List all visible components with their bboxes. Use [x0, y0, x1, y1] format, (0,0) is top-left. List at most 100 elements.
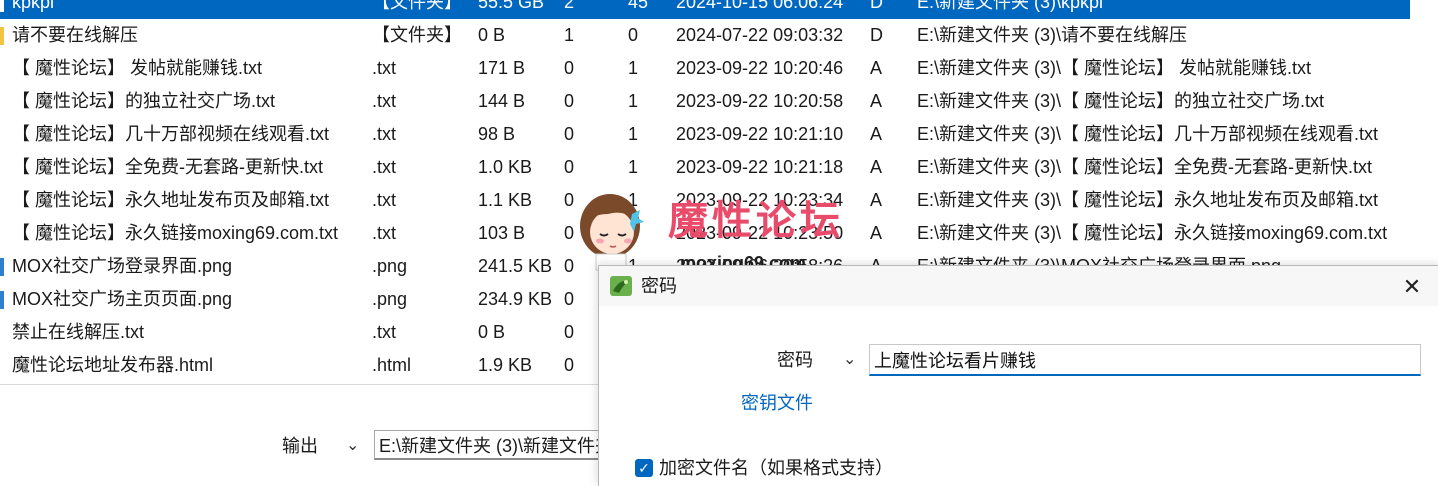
file-name: 【 魔性论坛】永久链接moxing69.com.txt [12, 223, 339, 243]
file-date: 2024-07-22 09:03:32 [676, 25, 844, 45]
output-path-field[interactable]: E:\新建文件夹 (3)\新建文件夹 [374, 430, 598, 460]
file-path: E:\新建文件夹 (3)\【 魔性论坛】 发帖就能赚钱.txt [917, 58, 1312, 78]
file-name: MOX社交广场主页页面.png [12, 289, 233, 309]
file-n1: 0 [564, 91, 575, 111]
file-size: 1.0 KB [478, 157, 533, 177]
file-n1: 2 [564, 0, 575, 12]
file-attr: A [870, 190, 883, 210]
file-attr: A [870, 58, 883, 78]
file-path: E:\新建文件夹 (3)\【 魔性论坛】永久地址发布页及邮箱.txt [917, 190, 1379, 210]
key-file-link[interactable]: 密钥文件 [741, 391, 813, 415]
password-dialog: 密码 ✕ 密码 ⌄ 密钥文件 ✓ 加密文件名（如果格式支持） [598, 265, 1438, 486]
file-type: .png [372, 289, 408, 309]
file-type: .png [372, 256, 408, 276]
file-row[interactable]: 请不要在线解压 【文件夹】 0 B 1 0 2024-07-22 09:03:32 D E:\… [0, 19, 1410, 52]
file-attr: A [870, 124, 883, 144]
file-name: 禁止在线解压.txt [12, 322, 145, 342]
encrypt-names-label: 加密文件名（如果格式支持） [659, 458, 893, 478]
file-row[interactable]: kpkpi 【文件夹】 55.5 GB 2 45 2024-10-15 06:06:24 D… [0, 0, 1410, 19]
file-path: E:\新建文件夹 (3)\【 魔性论坛】的独立社交广场.txt [917, 91, 1325, 111]
file-type: .txt [372, 157, 397, 177]
file-size: 103 B [478, 223, 526, 243]
file-size: 55.5 GB [478, 0, 545, 12]
file-n2: 1 [628, 91, 639, 111]
file-attr: A [870, 91, 883, 111]
list-divider [0, 384, 598, 385]
file-n1: 0 [564, 124, 575, 144]
close-button[interactable]: ✕ [1395, 272, 1429, 302]
file-size: 171 B [478, 58, 526, 78]
file-type: .txt [372, 322, 397, 342]
file-type: .txt [372, 58, 397, 78]
file-attr: D [870, 0, 883, 12]
password-input[interactable] [869, 344, 1421, 376]
file-path: E:\新建文件夹 (3)\kpkpi [917, 0, 1104, 12]
encrypt-names-checkbox[interactable]: ✓ [635, 459, 653, 477]
file-path: E:\新建文件夹 (3)\【 魔性论坛】永久链接moxing69.com.txt [917, 223, 1388, 243]
dialog-title-bar[interactable]: 密码 ✕ [599, 266, 1438, 306]
file-n1: 1 [564, 25, 575, 45]
check-icon: ✓ [638, 460, 650, 476]
file-attr: A [870, 157, 883, 177]
file-type: .txt [372, 223, 397, 243]
file-size: 1.1 KB [478, 190, 533, 210]
file-row[interactable]: 【 魔性论坛】全免费-无套路-更新快.txt .txt 1.0 KB 0 1 2023-0… [0, 151, 1410, 184]
file-name: 【 魔性论坛】永久地址发布页及邮箱.txt [12, 190, 330, 210]
file-name: 【 魔性论坛】的独立社交广场.txt [12, 91, 276, 111]
file-n2: 1 [628, 58, 639, 78]
mascot-girl-icon [580, 194, 644, 271]
file-attr: A [870, 223, 883, 243]
file-type: .html [372, 355, 412, 375]
output-history-dropdown[interactable]: ⌄ [346, 434, 359, 458]
file-type: 【文件夹】 [372, 0, 462, 12]
close-icon: ✕ [1402, 274, 1422, 299]
file-size: 98 B [478, 124, 516, 144]
chevron-down-icon: ⌄ [843, 351, 857, 368]
file-size: 234.9 KB [478, 289, 553, 309]
file-n2: 1 [628, 157, 639, 177]
file-row[interactable]: 【 魔性论坛】的独立社交广场.txt .txt 144 B 0 1 2023-09-22 … [0, 85, 1410, 118]
file-name: MOX社交广场登录界面.png [12, 256, 233, 276]
file-type: .txt [372, 124, 397, 144]
file-n1: 0 [564, 58, 575, 78]
file-type: .txt [372, 190, 397, 210]
row-color-marker [0, 27, 4, 45]
file-row[interactable]: 【 魔性论坛】 发帖就能赚钱.txt .txt 171 B 0 1 2023-09-22 … [0, 52, 1410, 85]
file-date: 2023-09-22 10:21:10 [676, 124, 844, 144]
file-n2: 1 [628, 124, 639, 144]
file-type: .txt [372, 91, 397, 111]
row-color-marker [0, 258, 4, 276]
file-n1: 0 [564, 157, 575, 177]
file-n2: 0 [628, 25, 639, 45]
watermark-logo: 魔性论坛 [668, 197, 844, 244]
file-size: 1.9 KB [478, 355, 533, 375]
file-name: 【 魔性论坛】 发帖就能赚钱.txt [12, 58, 263, 78]
file-size: 0 B [478, 322, 506, 342]
row-color-marker [0, 0, 4, 12]
chevron-down-icon: ⌄ [346, 437, 360, 454]
file-date: 2024-10-15 06:06:24 [676, 0, 844, 12]
file-size: 241.5 KB [478, 256, 553, 276]
file-date: 2023-09-22 10:21:18 [676, 157, 844, 177]
dialog-title: 密码 [641, 276, 677, 296]
file-name: kpkpi [12, 0, 55, 12]
file-type: 【文件夹】 [372, 25, 462, 45]
password-history-dropdown[interactable]: ⌄ [843, 348, 856, 372]
password-label: 密码 [777, 350, 813, 370]
file-name: 【 魔性论坛】几十万部视频在线观看.txt [12, 124, 330, 144]
file-path: E:\新建文件夹 (3)\【 魔性论坛】全免费-无套路-更新快.txt [917, 157, 1372, 177]
file-name: 【 魔性论坛】全免费-无套路-更新快.txt [12, 157, 323, 177]
file-name: 魔性论坛地址发布器.html [12, 355, 214, 375]
file-name: 请不要在线解压 [12, 25, 138, 45]
file-attr: D [870, 25, 883, 45]
file-row[interactable]: 【 魔性论坛】几十万部视频在线观看.txt .txt 98 B 0 1 2023-09-2… [0, 118, 1410, 151]
file-n2: 45 [628, 0, 649, 12]
app-icon [610, 276, 632, 296]
row-color-marker [0, 291, 4, 309]
file-path: E:\新建文件夹 (3)\请不要在线解压 [917, 25, 1188, 45]
file-size: 144 B [478, 91, 526, 111]
file-path: E:\新建文件夹 (3)\【 魔性论坛】几十万部视频在线观看.txt [917, 124, 1379, 144]
output-label: 输出 [282, 436, 318, 456]
file-size: 0 B [478, 25, 506, 45]
file-date: 2023-09-22 10:20:58 [676, 91, 844, 111]
